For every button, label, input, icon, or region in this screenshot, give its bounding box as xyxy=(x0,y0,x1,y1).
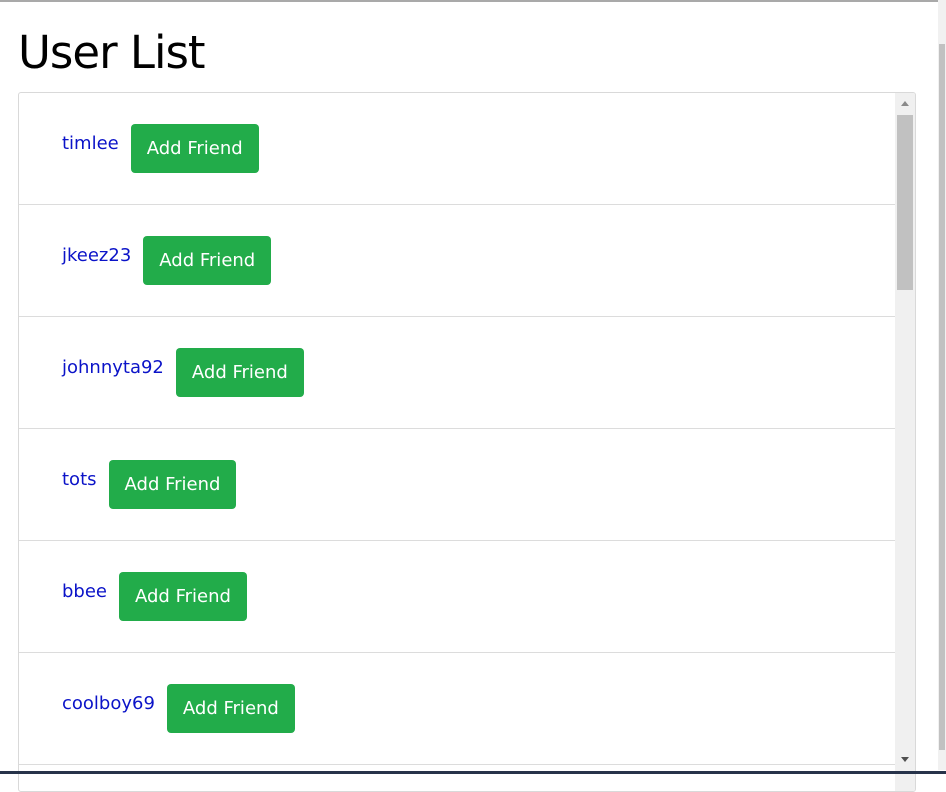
list-item: timlee Add Friend xyxy=(19,93,896,205)
page-scrollbar[interactable] xyxy=(938,0,946,770)
username-link[interactable]: coolboy69 xyxy=(62,693,155,714)
username-link[interactable]: bbee xyxy=(62,581,107,602)
user-list: timlee Add Friend jkeez23 Add Friend joh… xyxy=(18,92,916,792)
list-scrollbar[interactable] xyxy=(895,93,915,791)
list-item: jkeez23 Add Friend xyxy=(19,205,896,317)
username-link[interactable]: tots xyxy=(62,469,97,490)
add-friend-button[interactable]: Add Friend xyxy=(131,124,259,173)
list-item: coolboy69 Add Friend xyxy=(19,653,896,765)
chevron-up-icon[interactable] xyxy=(901,101,909,106)
username-link[interactable]: timlee xyxy=(62,133,119,154)
add-friend-button[interactable]: Add Friend xyxy=(119,572,247,621)
user-list-content: timlee Add Friend jkeez23 Add Friend joh… xyxy=(19,93,896,765)
username-link[interactable]: johnnyta92 xyxy=(62,357,164,378)
list-item: bbee Add Friend xyxy=(19,541,896,653)
list-scrollbar-thumb[interactable] xyxy=(897,115,913,290)
page-scrollbar-thumb[interactable] xyxy=(939,44,945,750)
window-top-border xyxy=(0,0,938,2)
chevron-down-icon[interactable] xyxy=(901,757,909,762)
add-friend-button[interactable]: Add Friend xyxy=(167,684,295,733)
page-title: User List xyxy=(18,24,205,82)
username-link[interactable]: jkeez23 xyxy=(62,245,131,266)
add-friend-button[interactable]: Add Friend xyxy=(109,460,237,509)
list-item: johnnyta92 Add Friend xyxy=(19,317,896,429)
add-friend-button[interactable]: Add Friend xyxy=(176,348,304,397)
add-friend-button[interactable]: Add Friend xyxy=(143,236,271,285)
list-item: tots Add Friend xyxy=(19,429,896,541)
